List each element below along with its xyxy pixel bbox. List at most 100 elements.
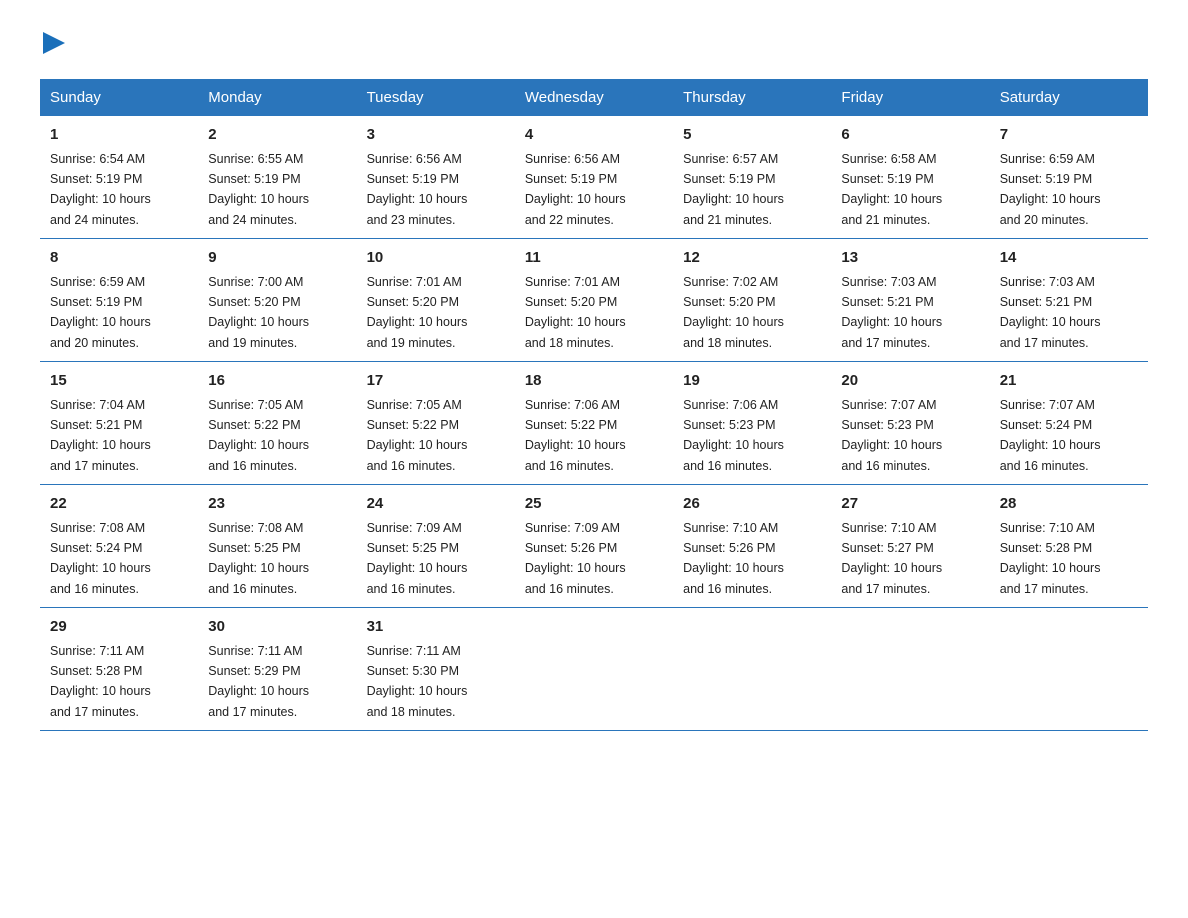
calendar-cell: 31 Sunrise: 7:11 AMSunset: 5:30 PMDayligh… xyxy=(357,608,515,731)
calendar-week-row: 8 Sunrise: 6:59 AMSunset: 5:19 PMDaylight… xyxy=(40,239,1148,362)
day-number: 22 xyxy=(50,493,188,516)
calendar-cell: 26 Sunrise: 7:10 AMSunset: 5:26 PMDayligh… xyxy=(673,485,831,608)
calendar-cell: 28 Sunrise: 7:10 AMSunset: 5:28 PMDayligh… xyxy=(990,485,1148,608)
day-info: Sunrise: 7:03 AMSunset: 5:21 PMDaylight:… xyxy=(841,275,942,350)
col-header-friday: Friday xyxy=(831,79,989,116)
day-info: Sunrise: 7:05 AMSunset: 5:22 PMDaylight:… xyxy=(367,398,468,473)
calendar-cell: 23 Sunrise: 7:08 AMSunset: 5:25 PMDayligh… xyxy=(198,485,356,608)
calendar-cell: 1 Sunrise: 6:54 AMSunset: 5:19 PMDaylight… xyxy=(40,116,198,239)
logo-arrow-icon xyxy=(43,32,65,59)
day-info: Sunrise: 7:02 AMSunset: 5:20 PMDaylight:… xyxy=(683,275,784,350)
calendar-cell: 3 Sunrise: 6:56 AMSunset: 5:19 PMDaylight… xyxy=(357,116,515,239)
day-info: Sunrise: 6:58 AMSunset: 5:19 PMDaylight:… xyxy=(841,152,942,227)
day-number: 19 xyxy=(683,370,821,393)
day-info: Sunrise: 6:59 AMSunset: 5:19 PMDaylight:… xyxy=(50,275,151,350)
day-number: 10 xyxy=(367,247,505,270)
day-info: Sunrise: 7:09 AMSunset: 5:25 PMDaylight:… xyxy=(367,521,468,596)
day-info: Sunrise: 7:08 AMSunset: 5:24 PMDaylight:… xyxy=(50,521,151,596)
col-header-saturday: Saturday xyxy=(990,79,1148,116)
day-number: 27 xyxy=(841,493,979,516)
day-number: 31 xyxy=(367,616,505,639)
calendar-cell: 29 Sunrise: 7:11 AMSunset: 5:28 PMDayligh… xyxy=(40,608,198,731)
calendar-week-row: 22 Sunrise: 7:08 AMSunset: 5:24 PMDayligh… xyxy=(40,485,1148,608)
calendar-cell: 11 Sunrise: 7:01 AMSunset: 5:20 PMDayligh… xyxy=(515,239,673,362)
col-header-tuesday: Tuesday xyxy=(357,79,515,116)
day-number: 2 xyxy=(208,124,346,147)
calendar-cell: 20 Sunrise: 7:07 AMSunset: 5:23 PMDayligh… xyxy=(831,362,989,485)
day-info: Sunrise: 7:01 AMSunset: 5:20 PMDaylight:… xyxy=(525,275,626,350)
day-number: 25 xyxy=(525,493,663,516)
day-info: Sunrise: 7:00 AMSunset: 5:20 PMDaylight:… xyxy=(208,275,309,350)
day-info: Sunrise: 7:07 AMSunset: 5:23 PMDaylight:… xyxy=(841,398,942,473)
calendar-cell: 22 Sunrise: 7:08 AMSunset: 5:24 PMDayligh… xyxy=(40,485,198,608)
day-number: 29 xyxy=(50,616,188,639)
calendar-cell: 25 Sunrise: 7:09 AMSunset: 5:26 PMDayligh… xyxy=(515,485,673,608)
day-number: 11 xyxy=(525,247,663,270)
day-number: 24 xyxy=(367,493,505,516)
day-number: 15 xyxy=(50,370,188,393)
calendar-week-row: 29 Sunrise: 7:11 AMSunset: 5:28 PMDayligh… xyxy=(40,608,1148,731)
calendar-cell: 24 Sunrise: 7:09 AMSunset: 5:25 PMDayligh… xyxy=(357,485,515,608)
calendar-week-row: 15Sunrise: 7:04 AMSunset: 5:21 PMDayligh… xyxy=(40,362,1148,485)
day-number: 7 xyxy=(1000,124,1138,147)
day-info: Sunrise: 6:54 AMSunset: 5:19 PMDaylight:… xyxy=(50,152,151,227)
day-info: Sunrise: 7:09 AMSunset: 5:26 PMDaylight:… xyxy=(525,521,626,596)
day-info: Sunrise: 7:03 AMSunset: 5:21 PMDaylight:… xyxy=(1000,275,1101,350)
calendar-cell: 2 Sunrise: 6:55 AMSunset: 5:19 PMDaylight… xyxy=(198,116,356,239)
day-info: Sunrise: 7:06 AMSunset: 5:23 PMDaylight:… xyxy=(683,398,784,473)
calendar-cell: 17 Sunrise: 7:05 AMSunset: 5:22 PMDayligh… xyxy=(357,362,515,485)
calendar-cell: 9 Sunrise: 7:00 AMSunset: 5:20 PMDaylight… xyxy=(198,239,356,362)
day-number: 8 xyxy=(50,247,188,270)
day-info: Sunrise: 7:10 AMSunset: 5:28 PMDaylight:… xyxy=(1000,521,1101,596)
col-header-wednesday: Wednesday xyxy=(515,79,673,116)
calendar-cell: 12 Sunrise: 7:02 AMSunset: 5:20 PMDayligh… xyxy=(673,239,831,362)
day-number: 9 xyxy=(208,247,346,270)
day-number: 26 xyxy=(683,493,821,516)
day-number: 16 xyxy=(208,370,346,393)
day-info: Sunrise: 6:59 AMSunset: 5:19 PMDaylight:… xyxy=(1000,152,1101,227)
calendar-cell: 15Sunrise: 7:04 AMSunset: 5:21 PMDayligh… xyxy=(40,362,198,485)
calendar-cell: 8 Sunrise: 6:59 AMSunset: 5:19 PMDaylight… xyxy=(40,239,198,362)
calendar-cell xyxy=(990,608,1148,731)
calendar-cell: 5 Sunrise: 6:57 AMSunset: 5:19 PMDaylight… xyxy=(673,116,831,239)
day-info: Sunrise: 7:10 AMSunset: 5:26 PMDaylight:… xyxy=(683,521,784,596)
day-number: 23 xyxy=(208,493,346,516)
calendar-week-row: 1 Sunrise: 6:54 AMSunset: 5:19 PMDaylight… xyxy=(40,116,1148,239)
calendar-cell: 10 Sunrise: 7:01 AMSunset: 5:20 PMDayligh… xyxy=(357,239,515,362)
day-number: 14 xyxy=(1000,247,1138,270)
day-info: Sunrise: 6:56 AMSunset: 5:19 PMDaylight:… xyxy=(367,152,468,227)
calendar-cell xyxy=(831,608,989,731)
calendar-cell: 4Sunrise: 6:56 AMSunset: 5:19 PMDaylight… xyxy=(515,116,673,239)
day-number: 5 xyxy=(683,124,821,147)
day-number: 6 xyxy=(841,124,979,147)
day-info: Sunrise: 7:11 AMSunset: 5:30 PMDaylight:… xyxy=(367,644,468,719)
calendar-cell: 19 Sunrise: 7:06 AMSunset: 5:23 PMDayligh… xyxy=(673,362,831,485)
calendar-cell xyxy=(515,608,673,731)
day-info: Sunrise: 7:07 AMSunset: 5:24 PMDaylight:… xyxy=(1000,398,1101,473)
day-number: 17 xyxy=(367,370,505,393)
logo xyxy=(40,30,65,59)
col-header-sunday: Sunday xyxy=(40,79,198,116)
day-info: Sunrise: 6:57 AMSunset: 5:19 PMDaylight:… xyxy=(683,152,784,227)
day-info: Sunrise: 7:11 AMSunset: 5:28 PMDaylight:… xyxy=(50,644,151,719)
calendar-cell: 13Sunrise: 7:03 AMSunset: 5:21 PMDayligh… xyxy=(831,239,989,362)
day-info: Sunrise: 6:55 AMSunset: 5:19 PMDaylight:… xyxy=(208,152,309,227)
page-header xyxy=(40,30,1148,59)
day-number: 30 xyxy=(208,616,346,639)
calendar-cell: 18Sunrise: 7:06 AMSunset: 5:22 PMDayligh… xyxy=(515,362,673,485)
day-info: Sunrise: 7:01 AMSunset: 5:20 PMDaylight:… xyxy=(367,275,468,350)
col-header-thursday: Thursday xyxy=(673,79,831,116)
col-header-monday: Monday xyxy=(198,79,356,116)
day-number: 3 xyxy=(367,124,505,147)
day-info: Sunrise: 7:08 AMSunset: 5:25 PMDaylight:… xyxy=(208,521,309,596)
calendar-cell: 6 Sunrise: 6:58 AMSunset: 5:19 PMDaylight… xyxy=(831,116,989,239)
day-number: 12 xyxy=(683,247,821,270)
day-info: Sunrise: 6:56 AMSunset: 5:19 PMDaylight:… xyxy=(525,152,626,227)
day-number: 1 xyxy=(50,124,188,147)
calendar-cell: 14 Sunrise: 7:03 AMSunset: 5:21 PMDayligh… xyxy=(990,239,1148,362)
day-number: 28 xyxy=(1000,493,1138,516)
day-number: 20 xyxy=(841,370,979,393)
day-number: 18 xyxy=(525,370,663,393)
calendar-cell: 30Sunrise: 7:11 AMSunset: 5:29 PMDayligh… xyxy=(198,608,356,731)
calendar-cell: 27Sunrise: 7:10 AMSunset: 5:27 PMDayligh… xyxy=(831,485,989,608)
